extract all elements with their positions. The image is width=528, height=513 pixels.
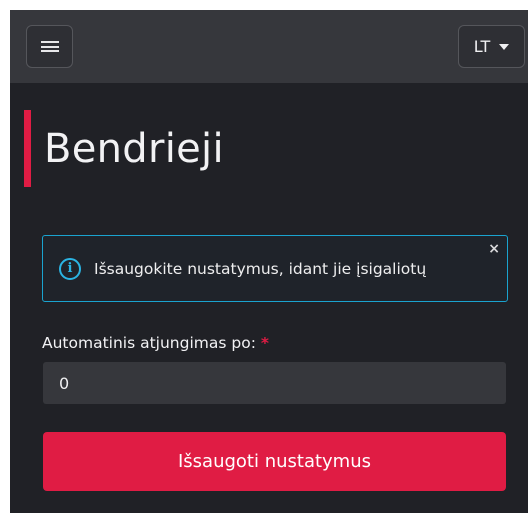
close-icon[interactable]: ×	[488, 242, 500, 256]
top-navbar: LT	[10, 10, 528, 83]
auto-logout-label: Automatinis atjungimas po: *	[42, 334, 269, 352]
hamburger-icon	[40, 39, 59, 55]
alert-message: Išsaugokite nustatymus, idant jie įsigal…	[94, 259, 427, 278]
required-indicator: *	[260, 334, 269, 352]
auto-logout-input[interactable]	[43, 362, 506, 404]
app-frame: LT Bendrieji i Išsaugokite nustatymus, i…	[10, 10, 528, 513]
language-dropdown[interactable]: LT	[458, 25, 525, 68]
info-alert: i Išsaugokite nustatymus, idant jie įsig…	[42, 235, 508, 302]
language-label: LT	[473, 37, 491, 56]
page-title: Bendrieji	[44, 126, 224, 172]
title-accent-bar	[24, 110, 31, 187]
caret-down-icon	[499, 43, 510, 50]
auto-logout-label-text: Automatinis atjungimas po:	[42, 334, 256, 352]
save-settings-button[interactable]: Išsaugoti nustatymus	[43, 432, 506, 491]
menu-toggle-button[interactable]	[26, 25, 73, 68]
info-icon: i	[59, 257, 81, 280]
